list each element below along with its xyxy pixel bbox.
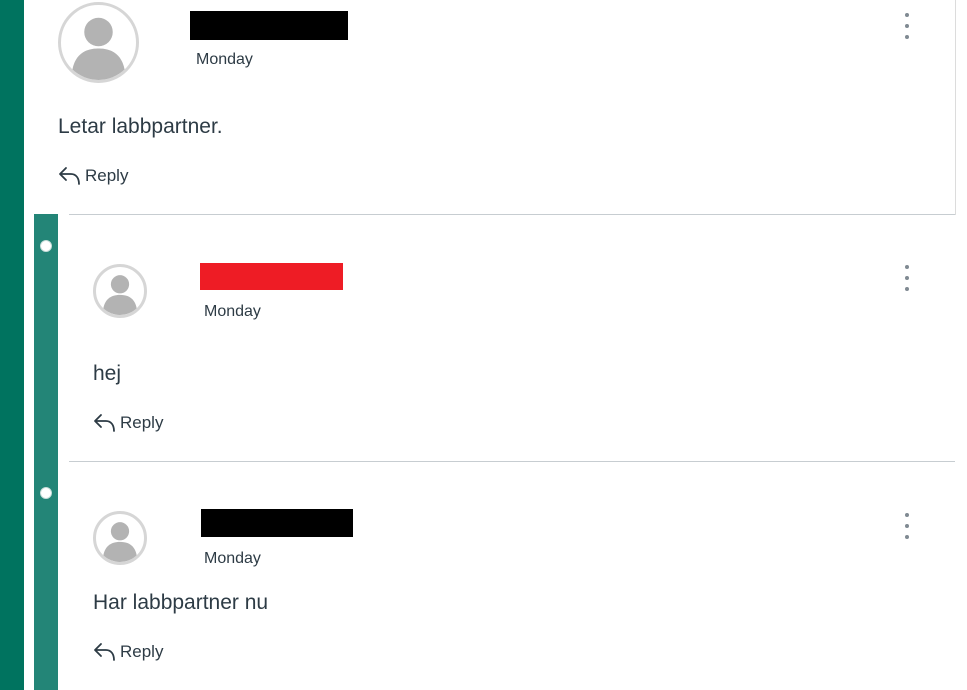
author-name-redacted bbox=[201, 509, 353, 537]
post-body: Letar labbpartner. bbox=[58, 115, 223, 138]
reply-divider bbox=[69, 461, 955, 462]
author-name-redacted bbox=[200, 263, 343, 290]
more-options-icon[interactable] bbox=[901, 13, 913, 39]
post-body: Har labbpartner nu bbox=[93, 591, 269, 614]
reply-label: Reply bbox=[120, 413, 164, 432]
reply-divider bbox=[69, 214, 955, 215]
reply-arrow-icon bbox=[59, 167, 80, 185]
reply-arrow-icon bbox=[94, 643, 115, 661]
reply-label: Reply bbox=[120, 642, 164, 661]
post-date: Monday bbox=[204, 303, 261, 320]
reply-button[interactable]: Reply bbox=[92, 640, 163, 664]
outer-thread-bar bbox=[0, 0, 24, 690]
reply-thread-bar bbox=[34, 214, 58, 690]
reply-button[interactable]: Reply bbox=[92, 411, 163, 435]
more-options-icon[interactable] bbox=[901, 265, 913, 291]
post-date: Monday bbox=[196, 51, 253, 68]
default-user-avatar-icon[interactable] bbox=[93, 511, 147, 565]
post-border bbox=[955, 0, 956, 215]
thread-dot bbox=[40, 240, 52, 252]
more-options-icon[interactable] bbox=[901, 513, 913, 539]
default-user-avatar-icon[interactable] bbox=[93, 264, 147, 318]
reply-button[interactable]: Reply bbox=[57, 164, 128, 188]
default-user-avatar-icon[interactable] bbox=[58, 2, 139, 83]
post-body: hej bbox=[93, 362, 122, 385]
reply-arrow-icon bbox=[94, 414, 115, 432]
author-name-redacted bbox=[190, 11, 348, 40]
post-date: Monday bbox=[204, 550, 261, 567]
reply-label: Reply bbox=[85, 166, 129, 185]
thread-dot bbox=[40, 487, 52, 499]
